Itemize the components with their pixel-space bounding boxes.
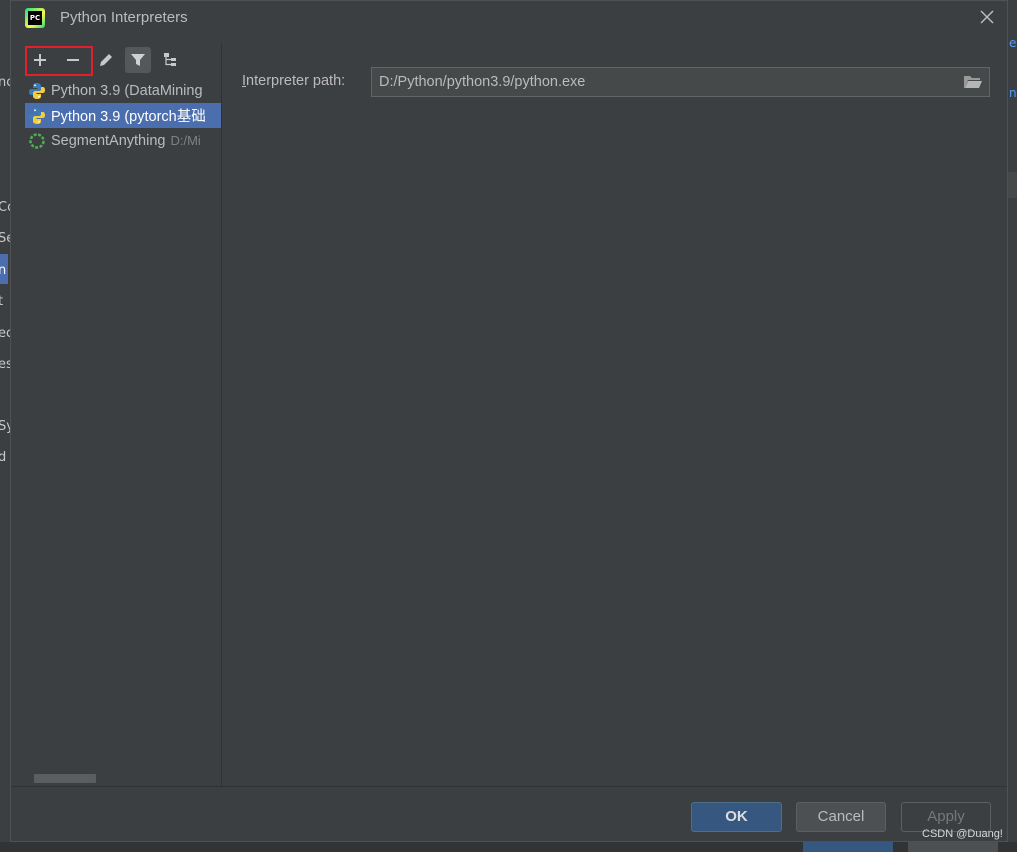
background-text: Se <box>0 231 10 246</box>
horizontal-scrollbar[interactable] <box>34 774 96 783</box>
interpreter-path-value: D:/Python/python3.9/python.exe <box>379 74 586 90</box>
background-ide-right: es nt <box>1007 0 1017 852</box>
loading-spinner-icon <box>29 132 45 149</box>
interpreter-list-panel: Python 3.9 (DataMining Python 3.9 (pytor… <box>11 43 222 786</box>
ok-button[interactable]: OK <box>691 802 782 832</box>
background-text: no <box>0 75 10 90</box>
title-bar: Python Interpreters <box>11 1 1007 35</box>
close-button[interactable] <box>977 7 997 27</box>
python-interpreters-dialog: Python Interpreters <box>10 0 1008 842</box>
interpreter-path-label: Interpreter path: <box>242 73 345 89</box>
python-icon <box>29 107 45 124</box>
edit-interpreter-button[interactable] <box>93 47 119 73</box>
background-ide-left: no Co Se n t ec es Sy d <box>0 0 10 852</box>
filter-icon <box>131 54 145 66</box>
interpreter-name: SegmentAnything <box>51 132 166 149</box>
label-text: nterpreter path: <box>246 73 346 89</box>
background-link: es <box>1009 36 1017 50</box>
background-text: es <box>0 357 10 372</box>
interpreter-item-pytorch[interactable]: Python 3.9 (pytorch基础 <box>25 103 221 128</box>
interpreter-path: D:/Mi <box>170 133 201 148</box>
dialog-footer: OK Cancel Apply <box>11 786 1007 842</box>
tree-icon <box>164 53 176 66</box>
background-text: n <box>0 263 7 278</box>
background-text: Sy <box>0 419 10 434</box>
interpreter-name: Python 3.9 (DataMining <box>51 82 203 99</box>
interpreter-list: Python 3.9 (DataMining Python 3.9 (pytor… <box>25 78 221 153</box>
folder-open-icon <box>964 76 982 88</box>
show-paths-button[interactable] <box>158 47 184 73</box>
close-icon <box>980 10 994 24</box>
background-text: Co <box>0 200 10 215</box>
background-cancel-button <box>908 842 998 852</box>
background-text: d <box>0 450 7 465</box>
pencil-icon <box>100 54 112 66</box>
interpreter-toolbar <box>11 43 221 77</box>
interpreter-item-segmentanything[interactable]: SegmentAnything D:/Mi <box>25 128 221 153</box>
dialog-title: Python Interpreters <box>60 9 188 26</box>
interpreter-path-field[interactable]: D:/Python/python3.9/python.exe <box>371 67 990 97</box>
pycharm-logo-icon <box>25 8 45 28</box>
background-bar <box>1007 172 1017 198</box>
background-text: ec <box>0 326 10 341</box>
background-ok-button <box>803 842 893 852</box>
watermark: CSDN @Duang! <box>922 828 1003 840</box>
interpreter-name: Python 3.9 (pytorch基础 <box>51 109 206 125</box>
background-link: nt <box>1009 86 1017 100</box>
browse-button[interactable] <box>963 73 983 91</box>
filter-button[interactable] <box>125 47 151 73</box>
background-text: t <box>0 294 4 309</box>
background-ide-bottom <box>0 842 1017 852</box>
interpreter-item-datamining[interactable]: Python 3.9 (DataMining <box>25 78 221 103</box>
python-icon <box>29 82 45 99</box>
annotation-highlight-box <box>25 46 93 76</box>
cancel-button[interactable]: Cancel <box>796 802 886 832</box>
